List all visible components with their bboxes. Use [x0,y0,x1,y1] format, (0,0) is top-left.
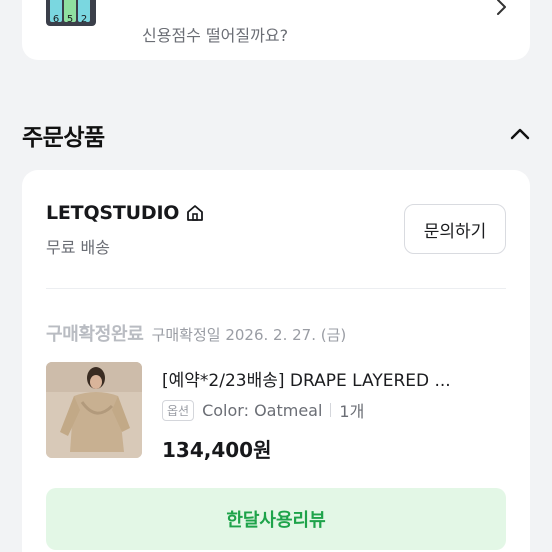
confirm-date: 구매확정일 2026. 2. 27. (금) [151,326,347,344]
shop-name[interactable]: LETQSTUDIO [46,202,205,224]
order-card: LETQSTUDIO 무료 배송 문의하기 구매확정완료 구매확정일 2026.… [22,170,530,552]
score-illustration-icon: 6 5 2 [46,0,96,26]
option-separator [330,403,332,417]
quantity: 1개 [339,402,365,421]
product-price: 134,400원 [162,438,272,462]
shipping-info: 무료 배송 [46,238,110,257]
product-thumbnail[interactable] [46,362,142,458]
chevron-right-icon [497,0,506,15]
order-status: 구매확정완료 [46,324,144,345]
review-button[interactable]: 한달사용리뷰 [46,488,506,550]
banner-digit: 2 [81,14,87,25]
option-value: Color: Oatmeal [202,400,323,420]
inquiry-button[interactable]: 문의하기 [404,204,506,254]
banner-digit: 6 [53,14,59,25]
chevron-up-icon[interactable] [506,120,534,148]
banner-card[interactable]: 6 5 2 신용점수 떨어질까요? [22,0,530,60]
banner-digit: 5 [67,14,73,25]
shop-name-label: LETQSTUDIO [46,202,180,224]
divider [46,288,506,289]
status-row: 구매확정완료 구매확정일 2026. 2. 27. (금) [46,320,346,346]
section-title: 주문상품 [22,125,105,151]
product-image [46,362,142,458]
option-row: 옵션 Color: Oatmeal 1개 [162,398,364,422]
banner-text: 신용점수 떨어질까요? [142,26,289,45]
product-name[interactable]: [예약*2/23배송] DRAPE LAYERED ... [162,366,507,391]
home-icon [187,205,204,221]
option-badge: 옵션 [162,399,195,421]
